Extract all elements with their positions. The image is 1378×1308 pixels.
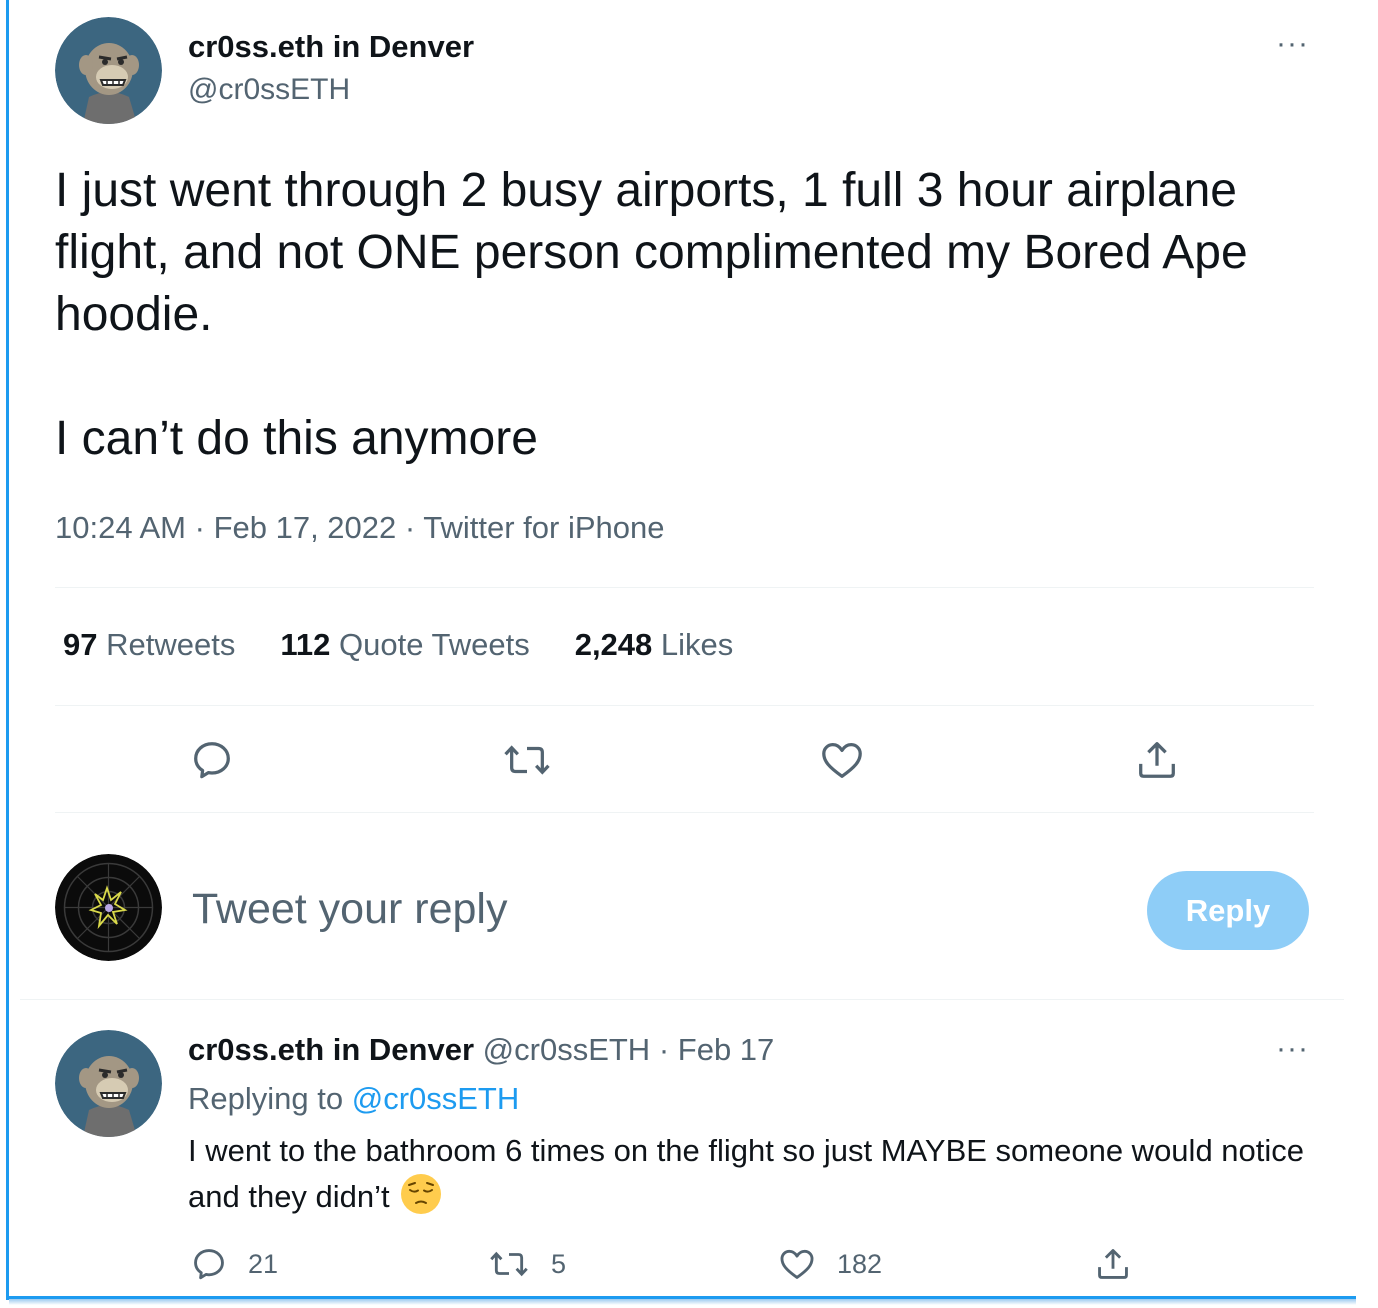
- frame-left-border: [6, 0, 9, 1300]
- reply-icon: [194, 742, 230, 779]
- user-avatar-icon: [55, 854, 162, 961]
- tweet-source[interactable]: Twitter for iPhone: [423, 510, 664, 545]
- reply-more-options-button[interactable]: ···: [1276, 1032, 1309, 1066]
- divider: [55, 705, 1314, 706]
- share-button[interactable]: [1131, 735, 1183, 785]
- pensive-face-icon: [400, 1174, 441, 1214]
- reply-text-content: I went to the bathroom 6 times on the fl…: [188, 1133, 1305, 1214]
- reply-button[interactable]: [187, 735, 237, 785]
- retweet-icon: [490, 1251, 528, 1277]
- replying-to-handle-link[interactable]: @cr0ssETH: [352, 1081, 520, 1116]
- ape-avatar-icon: [55, 1030, 162, 1137]
- tweet-text: I just went through 2 busy airports, 1 f…: [55, 160, 1315, 470]
- quote-tweets-count: 112: [280, 627, 331, 662]
- pensive-face-emoji: [400, 1173, 442, 1215]
- likes-label: Likes: [660, 627, 734, 662]
- likes-count: 2,248: [574, 627, 653, 662]
- reply-input[interactable]: Tweet your reply: [192, 885, 507, 934]
- reply-share-button[interactable]: [1094, 1245, 1132, 1283]
- reply-like-button[interactable]: 182: [777, 1245, 882, 1283]
- tweet-stats: 97 Retweets 112 Quote Tweets 2,248 Likes: [63, 627, 733, 663]
- tweet-time[interactable]: 10:24 AM: [55, 510, 186, 545]
- reply-date[interactable]: Feb 17: [678, 1032, 775, 1067]
- frame-shadow: [9, 1299, 1356, 1305]
- reply-author-handle[interactable]: @cr0ssETH: [483, 1032, 651, 1067]
- tweet-text-paragraph-2: I can’t do this anymore: [55, 412, 538, 465]
- reply-reply-count: 21: [248, 1248, 279, 1279]
- replying-to-label: Replying to: [188, 1081, 344, 1116]
- quote-tweets-label: Quote Tweets: [338, 627, 530, 662]
- tweet-date[interactable]: Feb 17, 2022: [214, 510, 397, 545]
- reply-retweet-button[interactable]: 5: [487, 1245, 566, 1283]
- divider: [20, 999, 1344, 1000]
- like-icon: [780, 1249, 814, 1279]
- retweet-icon: [504, 745, 550, 775]
- reply-reply-button[interactable]: 21: [190, 1245, 278, 1283]
- author-handle[interactable]: @cr0ssETH: [188, 73, 350, 107]
- retweet-button[interactable]: [500, 735, 554, 785]
- quote-tweets-stat[interactable]: 112 Quote Tweets: [280, 627, 529, 663]
- like-button[interactable]: [816, 735, 868, 785]
- likes-stat[interactable]: 2,248 Likes: [575, 627, 734, 663]
- current-user-avatar[interactable]: [55, 854, 162, 961]
- like-icon: [822, 743, 862, 778]
- meta-separator: ·: [194, 510, 205, 545]
- retweets-count: 97: [63, 627, 98, 662]
- reply-author-name[interactable]: cr0ss.eth in Denver: [188, 1032, 474, 1067]
- divider: [55, 587, 1314, 588]
- ape-avatar-icon: [55, 17, 162, 124]
- author-avatar[interactable]: [55, 17, 162, 124]
- reply-submit-button[interactable]: Reply: [1147, 871, 1309, 950]
- retweets-label: Retweets: [106, 627, 236, 662]
- meta-separator: ·: [404, 510, 416, 545]
- meta-separator: ·: [658, 1032, 670, 1067]
- replying-to: Replying to @cr0ssETH: [188, 1081, 519, 1117]
- reply-like-count: 182: [837, 1248, 883, 1279]
- share-icon: [1139, 742, 1175, 778]
- tweet-text-paragraph-1: I just went through 2 busy airports, 1 f…: [55, 164, 1248, 341]
- tweet-metadata: 10:24 AM · Feb 17, 2022 · Twitter for iP…: [55, 510, 665, 546]
- divider: [55, 812, 1314, 813]
- share-icon: [1098, 1249, 1128, 1279]
- reply-retweet-count: 5: [551, 1248, 567, 1279]
- retweets-stat[interactable]: 97 Retweets: [63, 627, 235, 663]
- reply-text: I went to the bathroom 6 times on the fl…: [188, 1128, 1328, 1219]
- reply-icon: [194, 1249, 224, 1280]
- author-name[interactable]: cr0ss.eth in Denver: [188, 29, 474, 65]
- reply-header: cr0ss.eth in Denver @cr0ssETH · Feb 17: [188, 1032, 774, 1068]
- more-options-button[interactable]: ···: [1276, 27, 1309, 61]
- reply-author-avatar[interactable]: [55, 1030, 162, 1137]
